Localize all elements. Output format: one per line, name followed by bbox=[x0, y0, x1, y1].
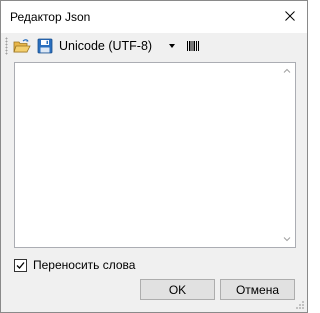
scroll-up-arrow-icon[interactable] bbox=[283, 67, 291, 75]
title-bar: Редактор Json bbox=[1, 1, 307, 33]
save-button[interactable] bbox=[35, 36, 55, 56]
encoding-value: Unicode (UTF-8) bbox=[59, 39, 153, 53]
resize-grip-icon[interactable] bbox=[295, 300, 305, 310]
save-disk-icon bbox=[37, 38, 53, 54]
vertical-scrollbar[interactable] bbox=[279, 63, 295, 247]
open-folder-icon bbox=[13, 39, 31, 53]
format-button[interactable] bbox=[183, 36, 203, 56]
close-icon bbox=[285, 11, 295, 21]
window-title: Редактор Json bbox=[10, 10, 91, 24]
word-wrap-checkbox[interactable] bbox=[14, 258, 27, 272]
close-button[interactable] bbox=[273, 1, 307, 31]
toolbar: Unicode (UTF-8) bbox=[1, 33, 307, 59]
barcode-icon bbox=[187, 41, 199, 51]
json-text-area[interactable] bbox=[15, 63, 279, 247]
json-text-area-container bbox=[14, 62, 296, 248]
toolbar-grip[interactable] bbox=[5, 37, 8, 55]
chevron-down-icon bbox=[169, 44, 175, 48]
checkmark-icon bbox=[16, 261, 25, 269]
open-button[interactable] bbox=[12, 36, 32, 56]
ok-button[interactable]: OK bbox=[140, 279, 215, 300]
scroll-down-arrow-icon[interactable] bbox=[283, 235, 291, 243]
json-editor-window: Редактор Json Unicode (UTF-8) Переносить… bbox=[0, 0, 308, 313]
word-wrap-label: Переносить слова bbox=[33, 258, 136, 272]
cancel-button[interactable]: Отмена bbox=[220, 279, 295, 300]
word-wrap-option[interactable]: Переносить слова bbox=[14, 257, 135, 273]
encoding-dropdown[interactable]: Unicode (UTF-8) bbox=[59, 36, 179, 56]
